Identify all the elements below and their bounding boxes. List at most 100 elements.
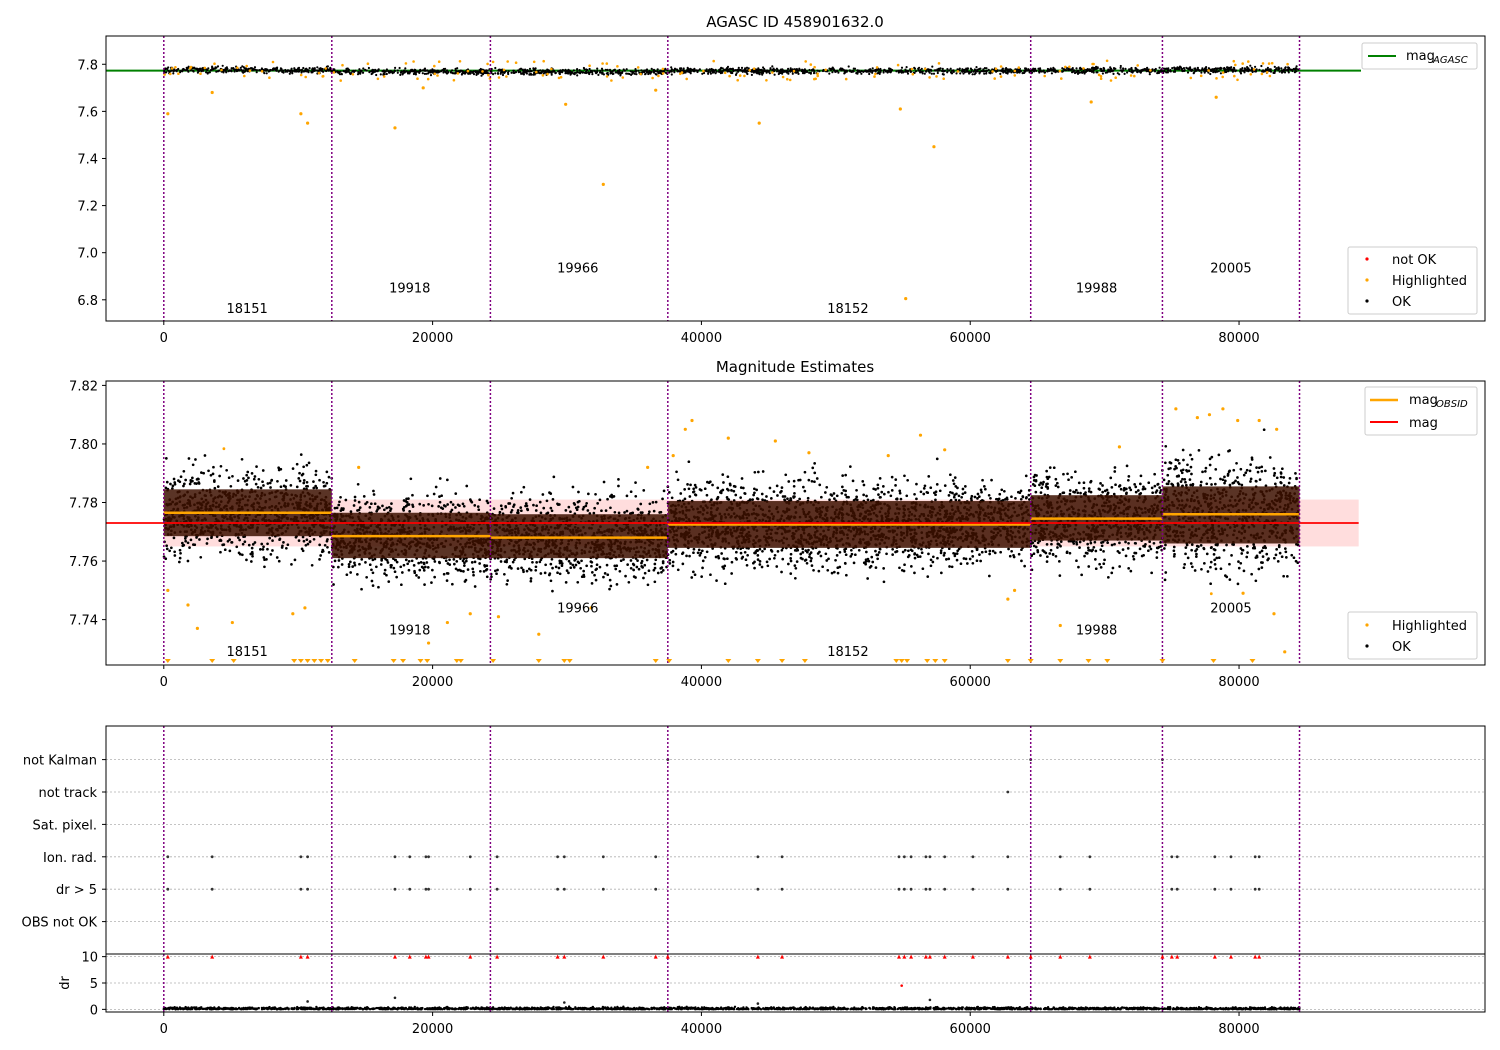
clipped-low-marker xyxy=(424,659,431,663)
x-tick-label: 0 xyxy=(160,1022,168,1037)
clipped-low-marker xyxy=(324,659,331,663)
obsid-label: 18152 xyxy=(827,645,868,660)
panel-dr-axes: 0 20000 40000 60000 80000 0 5 10 xyxy=(81,951,1259,1037)
x-tick-label: 20000 xyxy=(412,675,453,690)
dr-outlier-point xyxy=(928,998,932,1002)
clipped-low-marker xyxy=(898,659,905,663)
x-tick-label: 20000 xyxy=(412,331,453,346)
highlighted-point xyxy=(1221,407,1225,411)
flag-event-marker xyxy=(943,887,947,891)
highlighted-point xyxy=(393,126,397,130)
clipped-low-marker xyxy=(390,659,397,663)
flag-event-marker xyxy=(928,887,932,891)
highlighted-point xyxy=(299,112,303,116)
panel-magnitude-legend-upper: mag OBSID mag xyxy=(1364,386,1478,436)
flag-event-marker xyxy=(1175,855,1179,859)
clipped-low-marker xyxy=(311,659,318,663)
flag-event-marker xyxy=(562,855,566,859)
flag-event-marker xyxy=(1170,887,1174,891)
clipped-low-marker xyxy=(1027,659,1034,663)
highlighted-point xyxy=(1089,100,1093,104)
clipped-low-marker xyxy=(304,659,311,663)
dr-outlier-point xyxy=(900,984,903,987)
highlighted-point xyxy=(468,612,472,616)
ok-points-segment-3 xyxy=(668,65,1032,77)
flag-event-marker xyxy=(943,855,947,859)
highlighted-point xyxy=(426,641,431,645)
flag-event-marker xyxy=(166,855,170,859)
x-tick-label: 60000 xyxy=(950,1022,991,1037)
flag-event-marker xyxy=(756,887,760,891)
flag-event-marker xyxy=(1253,887,1257,891)
panel-magnitude-title: Magnitude Estimates xyxy=(716,358,874,376)
flag-event-marker xyxy=(424,887,428,891)
obsid-label: 20005 xyxy=(1210,601,1251,616)
panel-flags: OBS not OK dr > 5 Ion. rad. Sat. pixel. not … xyxy=(22,725,1486,955)
highlighted-point xyxy=(303,606,307,610)
clipped-low-marker xyxy=(801,659,808,663)
legend-marker-ok xyxy=(1365,644,1369,648)
highlighted-point xyxy=(564,102,568,106)
x-tick-label: 80000 xyxy=(1218,1022,1259,1037)
highlighted-point xyxy=(918,433,923,437)
flag-event-marker xyxy=(299,887,303,891)
highlighted-point xyxy=(1058,623,1062,628)
highlighted-point xyxy=(230,620,234,625)
flag-event-marker xyxy=(971,887,975,891)
x-tick-label: 20000 xyxy=(412,1022,453,1037)
dr-clipped-high-marker xyxy=(896,954,901,959)
legend-marker-highlighted xyxy=(1365,278,1369,282)
flag-event-marker xyxy=(393,887,397,891)
panel-magnitude-obsid-labels: 18151 19918 19966 18152 19988 20005 xyxy=(226,601,1251,660)
clipped-low-marker xyxy=(1159,659,1166,663)
panel-magnitude-legend-lower: Highlighted OK xyxy=(1347,611,1478,660)
legend-subscript-obsid: OBSID xyxy=(1436,399,1468,410)
legend-label-obsid: mag xyxy=(1409,393,1438,408)
highlighted-point xyxy=(186,603,190,607)
flag-event-marker xyxy=(654,855,658,859)
panel-dr: 0 20000 40000 60000 80000 0 5 10 dr xyxy=(58,951,1486,1037)
highlighted-point xyxy=(904,297,908,301)
flag-event-marker xyxy=(1006,887,1010,891)
highlighted-point xyxy=(210,90,214,95)
dr-clipped-high-marker xyxy=(1212,954,1217,959)
obsid-label: 19988 xyxy=(1076,623,1117,638)
y-tick-label: 6.8 xyxy=(77,294,98,309)
legend-marker-highlighted xyxy=(1365,623,1369,627)
flag-event-marker xyxy=(756,855,760,859)
flag-event-marker xyxy=(897,855,901,859)
legend-marker-not-ok xyxy=(1365,257,1369,261)
figure: AGASC ID 458901632.0 0 20000 40000 60000 800… xyxy=(22,13,1486,1037)
highlighted-points-segment-0 xyxy=(222,447,226,451)
flag-event-marker xyxy=(427,887,430,891)
flag-event-marker xyxy=(971,855,975,859)
panel-flags-frame xyxy=(105,725,1486,955)
flag-event-marker xyxy=(1253,855,1257,859)
flag-event-marker xyxy=(909,855,913,859)
highlighted-point xyxy=(1257,418,1261,423)
clipped-low-marker xyxy=(417,659,424,663)
legend-label-ok: OK xyxy=(1392,640,1411,655)
flag-event-marker xyxy=(299,855,303,859)
highlighted-points-segment-5 xyxy=(1209,592,1213,596)
obsid-label: 18151 xyxy=(226,302,267,317)
flag-event-marker xyxy=(556,855,560,859)
highlighted-point xyxy=(306,121,310,125)
obsid-label: 19966 xyxy=(557,601,598,616)
clipped-low-marker xyxy=(457,659,464,663)
flag-event-marker xyxy=(601,855,605,859)
highlighted-point xyxy=(646,465,650,469)
highlighted-point xyxy=(166,112,170,116)
x-tick-label: 40000 xyxy=(681,675,722,690)
flag-event-marker xyxy=(306,855,310,859)
flag-category-label: not track xyxy=(38,786,97,801)
clipped-low-marker xyxy=(1085,659,1092,663)
y-tick-label: 7.8 xyxy=(77,58,98,73)
clipped-low-marker xyxy=(164,659,171,663)
y-tick-label: 7.76 xyxy=(69,555,98,570)
x-tick-label: 60000 xyxy=(950,675,991,690)
x-tick-label: 80000 xyxy=(1218,675,1259,690)
flag-event-marker xyxy=(902,855,906,859)
flag-event-marker xyxy=(1257,887,1261,891)
clipped-low-marker xyxy=(779,659,786,663)
